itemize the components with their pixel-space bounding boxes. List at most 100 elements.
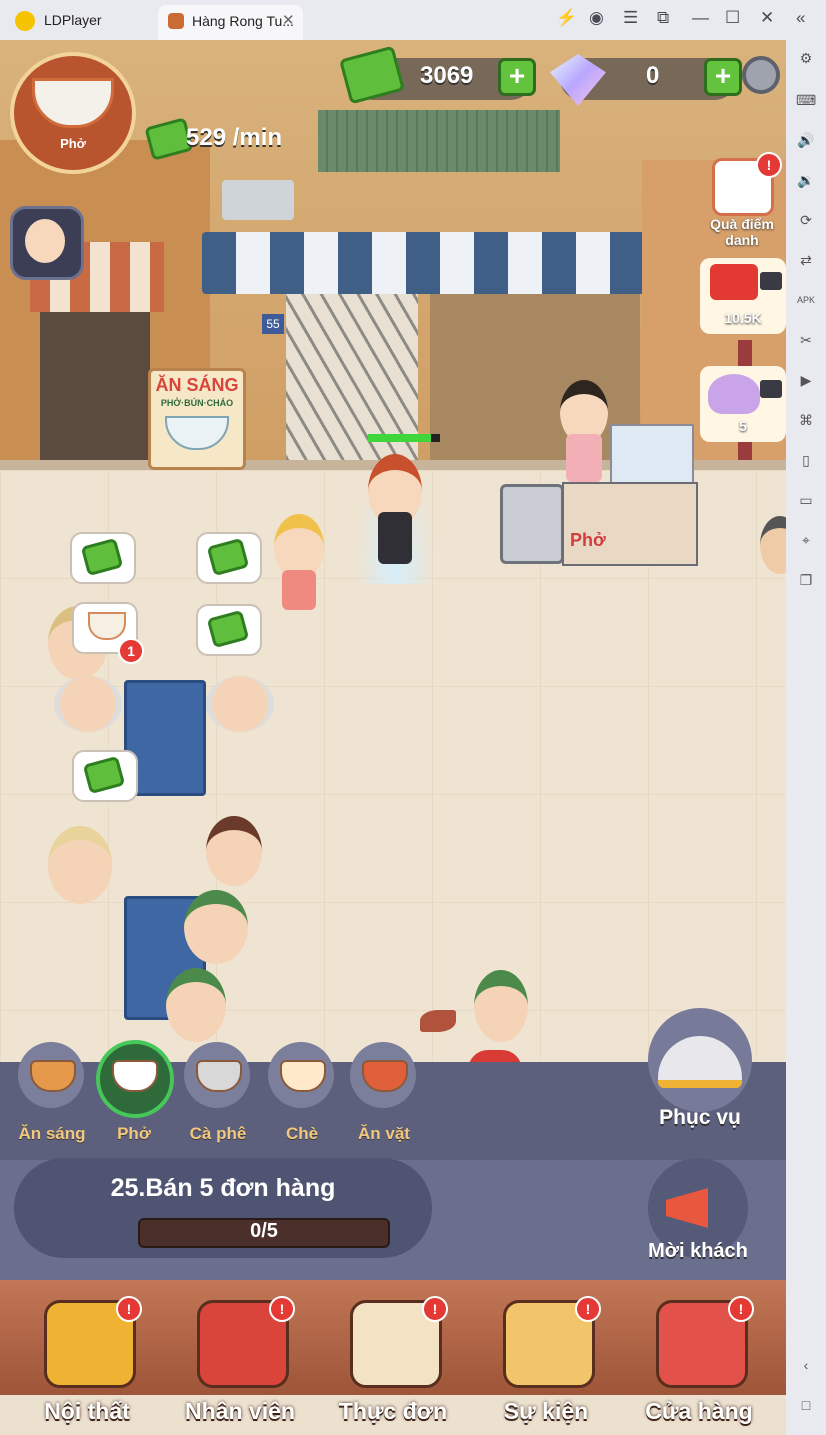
resize-icon[interactable]: ⧉ (657, 8, 669, 28)
keyboard-icon[interactable]: ⌨ (796, 90, 816, 110)
game-viewport[interactable]: 55 ĂN SÁNG PHỞ·BÚN·CHÁO Phở 3069 + 0 + 5… (0, 40, 786, 1435)
location-icon[interactable]: ⌖ (796, 530, 816, 550)
red-envelope-value: 10.5K (724, 310, 762, 326)
order-count-badge: 1 (118, 638, 144, 664)
quest-progress-text: 0/5 (250, 1220, 278, 1242)
bolt-icon[interactable]: ⚡ (556, 8, 577, 28)
player-body (378, 512, 412, 564)
stall-label: Phở (570, 530, 606, 550)
nav-item-3[interactable]: ! Sự kiện (471, 1290, 621, 1430)
emulator-sidebar: ⚙ ⌨ 🔊 🔉 ⟳ ⇄ APK ✂ ▶ ⌘ ▯ ▭ ⌖ ❐ ‹ □ (786, 40, 826, 1435)
rotate-icon[interactable]: ⟳ (796, 210, 816, 230)
nav-alert-badge-3: ! (575, 1296, 601, 1322)
striped-awning (202, 232, 654, 294)
category-label-3: Chè (285, 1124, 319, 1143)
collapse-icon[interactable]: « (796, 8, 805, 28)
game-tab[interactable]: Hàng Rong Tu... ✕ (158, 5, 303, 40)
nav-alert-badge-4: ! (728, 1296, 754, 1322)
translate-icon[interactable]: ⌘ (796, 410, 816, 430)
apk-icon[interactable]: APK (796, 290, 816, 310)
invite-customers-button[interactable]: Mời khách (646, 1158, 750, 1270)
payment-bubble-1[interactable] (70, 532, 136, 584)
multi-instance-icon[interactable]: ❐ (796, 570, 816, 590)
customer-edge-head (760, 516, 786, 574)
pho-bowl-icon (32, 78, 114, 128)
record-icon[interactable]: ▶ (796, 370, 816, 390)
minimize-icon[interactable]: — (692, 8, 709, 28)
home-icon[interactable]: □ (796, 1395, 816, 1415)
player-character[interactable] (356, 446, 434, 584)
stall-counter (562, 482, 698, 566)
order-bubble[interactable]: 1 (72, 602, 144, 664)
back-icon[interactable]: ‹ (796, 1355, 816, 1375)
tab-close-icon[interactable]: ✕ (282, 11, 295, 29)
category-label-4: Ăn vặt (358, 1124, 410, 1143)
income-rate: 529 /min (186, 124, 283, 151)
category-tab-4[interactable]: Ăn vặt (346, 1040, 422, 1150)
pho-stall-cart[interactable]: Phở (562, 424, 698, 566)
settings-gear-icon[interactable] (742, 56, 780, 94)
volume-down-icon[interactable]: 🔉 (796, 170, 816, 190)
category-tab-3[interactable]: Chè (264, 1040, 340, 1150)
app-name: LDPlayer (44, 12, 102, 28)
serve-button[interactable]: Phục vụ (648, 1008, 752, 1138)
category-label-0: Ăn sáng (18, 1124, 86, 1143)
invite-label: Mời khách (648, 1240, 748, 1262)
window-title-bar: LDPlayer Hàng Rong Tu... ✕ ⚡ ◉ ☰ ⧉ — ☐ ✕… (0, 0, 826, 40)
shake-icon[interactable]: ▯ (796, 450, 816, 470)
payment-money-icon-3 (206, 609, 250, 649)
nav-label-3: Sự kiện (503, 1398, 589, 1424)
seated-customer-5[interactable] (206, 816, 262, 886)
daily-checkin-button[interactable]: ! Quà điểm danh (706, 152, 782, 252)
account-icon[interactable]: ◉ (589, 8, 604, 28)
quest-panel[interactable]: 25.Bán 5 đơn hàng 0/5 (14, 1158, 432, 1258)
player-health-fill (368, 434, 432, 442)
volume-up-icon[interactable]: 🔊 (796, 130, 816, 150)
scissors-icon[interactable]: ✂ (796, 330, 816, 350)
player-avatar[interactable] (10, 206, 84, 280)
gift-bag-icon (708, 374, 760, 414)
red-envelope-reward[interactable]: 10.5K (700, 258, 786, 334)
category-tab-1[interactable]: Phở (96, 1040, 174, 1150)
house-number-plate: 55 (262, 314, 284, 334)
add-gems-button[interactable]: + (704, 58, 742, 96)
category-label-1: Phở (117, 1124, 151, 1143)
seated-customer-3[interactable] (206, 676, 274, 732)
category-tab-2[interactable]: Cà phê (180, 1040, 256, 1150)
seated-customer-6[interactable] (184, 890, 248, 964)
payment-bubble-3[interactable] (196, 604, 262, 656)
nav-item-4[interactable]: ! Cửa hàng (624, 1290, 774, 1430)
checkin-alert-badge: ! (756, 152, 782, 178)
nav-item-2[interactable]: ! Thực đơn (318, 1290, 468, 1430)
menu-icon[interactable]: ☰ (623, 8, 638, 28)
nav-alert-badge-2: ! (422, 1296, 448, 1322)
shop-badge-emblem[interactable]: Phở (10, 52, 136, 174)
sync-icon[interactable]: ⇄ (796, 250, 816, 270)
nav-label-2: Thực đơn (338, 1398, 448, 1424)
shop-badge-label: Phở (60, 136, 86, 151)
seated-customer-7[interactable] (166, 968, 226, 1042)
nav-item-1[interactable]: ! Nhân viên (165, 1290, 315, 1430)
seated-customer-2[interactable] (54, 676, 122, 732)
seated-customer-4[interactable] (48, 826, 112, 904)
payment-bubble-2[interactable] (196, 532, 262, 584)
gift-bag-reward[interactable]: 5 (700, 366, 786, 442)
folder-icon[interactable]: ▭ (796, 490, 816, 510)
customer-walking[interactable] (270, 510, 328, 630)
payment-money-icon-4 (82, 755, 126, 795)
red-envelope-icon (710, 264, 758, 300)
customer-edge[interactable] (756, 510, 786, 630)
sign-bowl-icon (165, 416, 229, 450)
payment-bubble-4[interactable] (72, 750, 138, 802)
nav-alert-badge-0: ! (116, 1296, 142, 1322)
category-tab-0[interactable]: Ăn sáng (14, 1040, 90, 1150)
player-health-bar (368, 434, 440, 442)
nav-item-0[interactable]: ! Nội thất (12, 1290, 162, 1430)
avatar-face-icon (25, 219, 65, 263)
settings-icon[interactable]: ⚙ (796, 48, 816, 68)
add-cash-button[interactable]: + (498, 58, 536, 96)
maximize-icon[interactable]: ☐ (725, 8, 740, 28)
close-icon[interactable]: ✕ (760, 8, 774, 28)
game-tab-title: Hàng Rong Tu... (192, 13, 294, 29)
game-tab-icon (168, 13, 184, 29)
